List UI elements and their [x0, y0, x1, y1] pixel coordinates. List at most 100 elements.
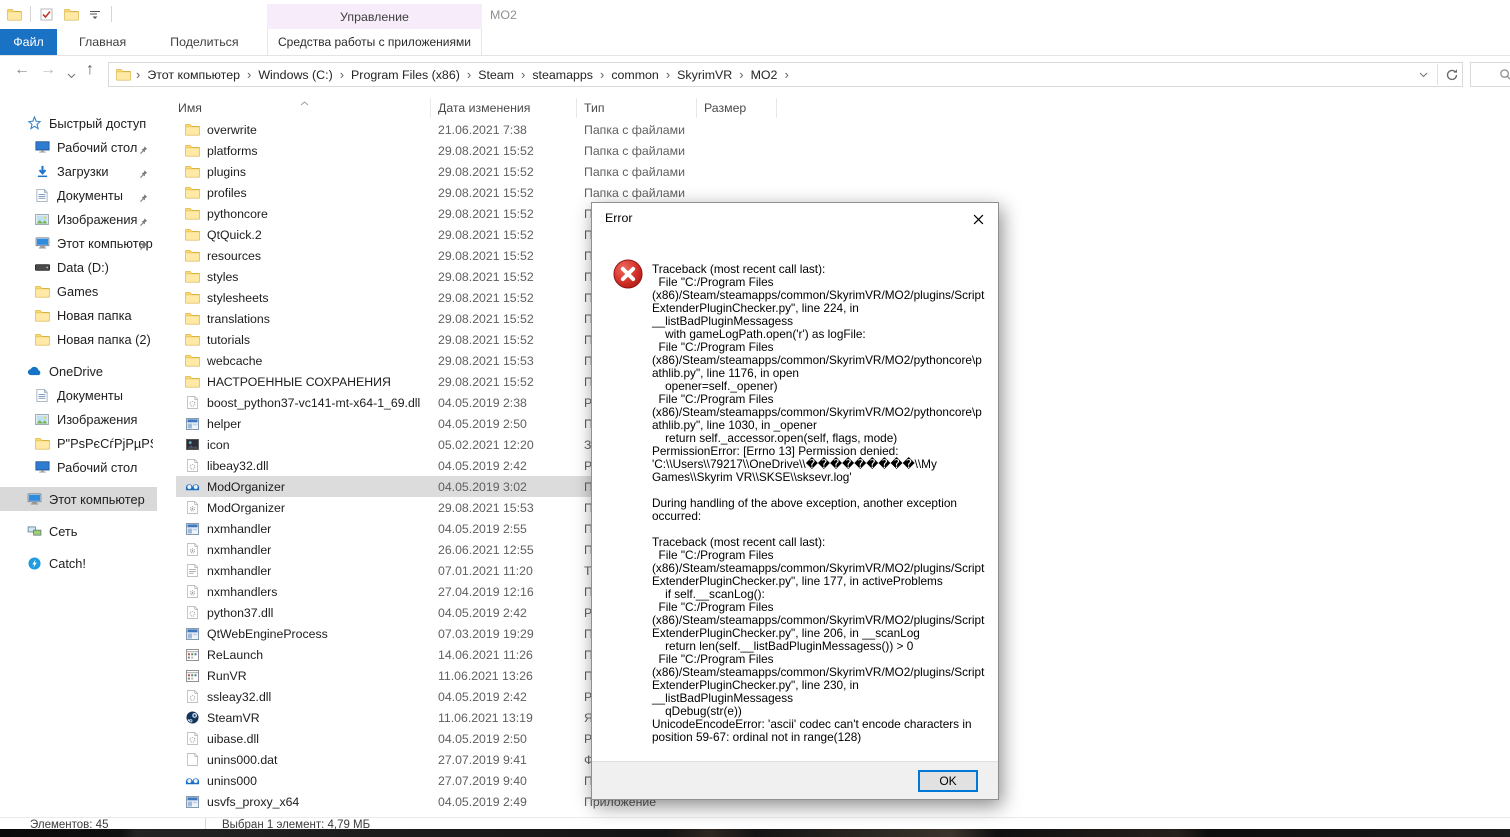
- column-type[interactable]: Тип: [584, 101, 605, 115]
- file-name: boost_python37-vc141-mt-x64-1_69.dll: [207, 396, 420, 410]
- sidebar-item-рабочий-стол[interactable]: Рабочий стол: [0, 135, 157, 159]
- navigation-toolbar: ← → ↑ ›Этот компьютер›Windows (C:)›Progr…: [0, 56, 1510, 92]
- sidebar-item-р-р-р-с-р-р-р-с-с[interactable]: Р"РѕРєСѓРјРµРЅС‚С: [0, 431, 157, 455]
- sidebar-item-label: Сеть: [49, 524, 77, 539]
- breadcrumb-chevron-icon[interactable]: ›: [131, 67, 145, 82]
- breadcrumb-chevron-icon[interactable]: ›: [779, 67, 793, 82]
- pictures-icon: [34, 211, 50, 227]
- address-dropdown-icon[interactable]: [1415, 67, 1431, 83]
- tab-file[interactable]: Файл: [0, 29, 57, 55]
- divider: [111, 6, 112, 22]
- sidebar-item-рабочий-стол[interactable]: Рабочий стол: [0, 455, 157, 479]
- file-name-cell: platforms: [184, 140, 258, 161]
- column-separator[interactable]: [696, 98, 697, 118]
- file-type-icon: [184, 416, 200, 432]
- breadcrumb-chevron-icon[interactable]: ›: [734, 67, 748, 82]
- column-name[interactable]: Имя: [178, 101, 202, 115]
- sidebar-item-label: Документы: [57, 188, 123, 203]
- desktop-icon: [34, 459, 50, 475]
- file-name: ssleay32.dll: [207, 690, 271, 704]
- breadcrumb-chevron-icon[interactable]: ›: [595, 67, 609, 82]
- sidebar-item-этот-компьютер[interactable]: Этот компьютер: [0, 487, 157, 511]
- breadcrumb-segment[interactable]: Steam: [476, 68, 516, 82]
- sidebar-item-изображения[interactable]: Изображения: [0, 407, 157, 431]
- forward-icon[interactable]: →: [40, 61, 56, 79]
- breadcrumb-chevron-icon[interactable]: ›: [516, 67, 530, 82]
- sidebar-item-catch-[interactable]: Catch!: [0, 551, 157, 575]
- back-icon[interactable]: ←: [14, 61, 30, 79]
- sidebar-item-новая-папка[interactable]: Новая папка: [0, 303, 157, 327]
- file-name-cell: nxmhandler: [184, 518, 271, 539]
- breadcrumb-segment[interactable]: Program Files (x86): [349, 68, 462, 82]
- pin-icon: [139, 190, 148, 205]
- breadcrumb-chevron-icon[interactable]: ›: [242, 67, 256, 82]
- file-date: 29.08.2021 15:52: [438, 249, 534, 263]
- computer-icon: [26, 491, 42, 507]
- contextual-tab-header: Управление: [267, 4, 482, 29]
- close-icon[interactable]: [962, 207, 994, 231]
- up-icon[interactable]: ↑: [86, 61, 94, 79]
- sidebar-item-data-d-[interactable]: Data (D:): [0, 255, 157, 279]
- file-name-cell: translations: [184, 308, 270, 329]
- column-separator[interactable]: [776, 98, 777, 118]
- new-folder-icon[interactable]: [63, 6, 79, 22]
- sidebar-item-изображения[interactable]: Изображения: [0, 207, 157, 231]
- breadcrumb-segment[interactable]: Этот компьютер: [145, 68, 242, 82]
- sidebar-item-games[interactable]: Games: [0, 279, 157, 303]
- breadcrumb-segment[interactable]: steamapps: [530, 68, 595, 82]
- sidebar-item-сеть[interactable]: Сеть: [0, 519, 157, 543]
- table-row[interactable]: plugins29.08.2021 15:52Папка с файлами: [176, 161, 780, 182]
- properties-check-icon[interactable]: [39, 6, 55, 22]
- file-name: ModOrganizer: [207, 480, 285, 494]
- breadcrumb-chevron-icon[interactable]: ›: [335, 67, 349, 82]
- sidebar-item-onedrive[interactable]: OneDrive: [0, 359, 157, 383]
- refresh-icon[interactable]: [1444, 67, 1460, 83]
- quick-access-toolbar: [6, 6, 112, 22]
- sidebar-item-label: Этот компьютер: [49, 492, 145, 507]
- sidebar-item-загрузки[interactable]: Загрузки: [0, 159, 157, 183]
- computer-icon: [34, 235, 50, 251]
- column-headers: Имя Дата изменения Тип Размер: [0, 92, 1510, 118]
- column-separator[interactable]: [576, 98, 577, 118]
- breadcrumb-segment[interactable]: SkyrimVR: [675, 68, 734, 82]
- file-type-icon: [184, 311, 200, 327]
- file-type-icon: [184, 437, 200, 453]
- file-date: 29.08.2021 15:53: [438, 501, 534, 515]
- search-box[interactable]: [1470, 62, 1510, 87]
- ok-button[interactable]: OK: [918, 770, 978, 792]
- file-name-cell: QtQuick.2: [184, 224, 262, 245]
- breadcrumb-chevron-icon[interactable]: ›: [661, 67, 675, 82]
- file-date: 21.06.2021 7:38: [438, 123, 527, 137]
- tab-главная[interactable]: Главная: [57, 29, 148, 55]
- sidebar-item-label: Изображения: [57, 412, 137, 427]
- sidebar-item-документы[interactable]: Документы: [0, 383, 157, 407]
- address-bar[interactable]: ›Этот компьютер›Windows (C:)›Program Fil…: [108, 62, 1463, 87]
- table-row[interactable]: profiles29.08.2021 15:52Папка с файлами: [176, 182, 780, 203]
- tab-поделиться[interactable]: Поделиться: [148, 29, 260, 55]
- history-chevron-icon[interactable]: [63, 68, 79, 84]
- file-name: resources: [207, 249, 261, 263]
- file-name-cell: boost_python37-vc141-mt-x64-1_69.dll: [184, 392, 420, 413]
- column-size[interactable]: Размер: [704, 101, 746, 115]
- table-row[interactable]: overwrite21.06.2021 7:38Папка с файлами: [176, 119, 780, 140]
- file-name-cell: python37.dll: [184, 602, 273, 623]
- customize-toolbar-icon[interactable]: [87, 6, 103, 22]
- file-name: tutorials: [207, 333, 250, 347]
- folder-icon[interactable]: [6, 6, 22, 22]
- breadcrumb-segment[interactable]: MO2: [749, 68, 780, 82]
- sidebar-item-документы[interactable]: Документы: [0, 183, 157, 207]
- column-date[interactable]: Дата изменения: [438, 101, 530, 115]
- breadcrumb-segment[interactable]: Windows (C:): [256, 68, 334, 82]
- column-separator[interactable]: [430, 98, 431, 118]
- table-row[interactable]: platforms29.08.2021 15:52Папка с файлами: [176, 140, 780, 161]
- tab-app-tools[interactable]: Средства работы с приложениями: [267, 29, 482, 55]
- file-name: translations: [207, 312, 270, 326]
- sidebar-item-этот-компьютер[interactable]: Этот компьютер: [0, 231, 157, 255]
- sidebar-item-label: Catch!: [49, 556, 86, 571]
- window-title: MO2: [490, 8, 517, 22]
- breadcrumb-chevron-icon[interactable]: ›: [462, 67, 476, 82]
- file-name-cell: libeay32.dll: [184, 455, 269, 476]
- sidebar-item-новая-папка-2-[interactable]: Новая папка (2): [0, 327, 157, 351]
- breadcrumb-segment[interactable]: common: [609, 68, 661, 82]
- pictures-icon: [34, 411, 50, 427]
